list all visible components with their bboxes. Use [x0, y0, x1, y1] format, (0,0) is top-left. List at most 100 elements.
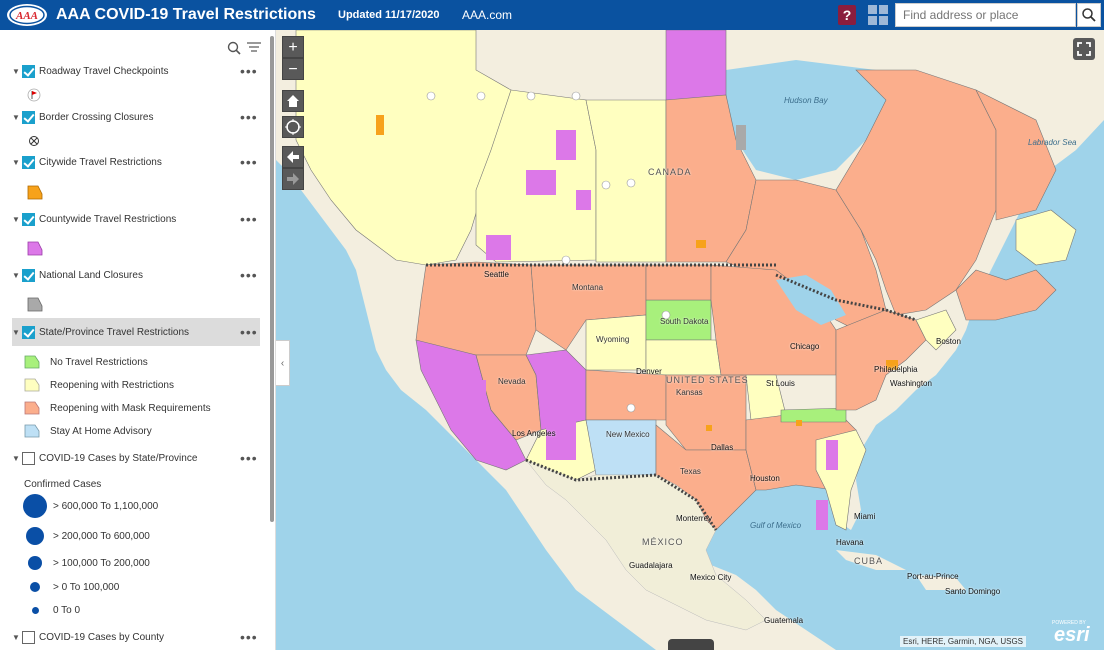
label-houston: Houston — [750, 474, 780, 483]
blue-swatch-icon — [24, 424, 40, 438]
label-gulf-of-mexico: Gulf of Mexico — [750, 521, 802, 530]
layer-checkbox[interactable] — [22, 451, 35, 465]
label-south-dakota: South Dakota — [660, 317, 709, 326]
layer-cases-county[interactable]: ▼ COVID-19 Cases by County ••• — [12, 626, 260, 648]
arrow-left-icon — [287, 151, 299, 163]
label-philadelphia: Philadelphia — [874, 365, 918, 374]
layer-checkbox[interactable] — [22, 64, 35, 78]
locate-button[interactable] — [282, 116, 304, 138]
aaa-logo[interactable]: AAA — [6, 3, 48, 27]
apps-grid-icon[interactable] — [868, 5, 888, 25]
layer-checkbox[interactable] — [22, 325, 35, 339]
layer-state-restrictions[interactable]: ▼ State/Province Travel Restrictions ••• — [12, 318, 260, 346]
filter-list-icon[interactable] — [247, 42, 261, 52]
region-kansas-ok — [665, 374, 747, 451]
layer-checkbox[interactable] — [22, 630, 35, 644]
cases-legend-title: Confirmed Cases — [24, 479, 102, 490]
back-extent-button[interactable] — [282, 146, 304, 168]
expand-caret-icon[interactable]: ▼ — [12, 633, 22, 642]
layer-options-icon[interactable]: ••• — [240, 211, 260, 227]
layer-citywide[interactable]: ▼ Citywide Travel Restrictions ••• — [12, 151, 260, 173]
layer-options-icon[interactable]: ••• — [240, 629, 260, 645]
layer-tools — [226, 40, 266, 56]
layer-options-icon[interactable]: ••• — [240, 109, 260, 125]
expand-caret-icon[interactable]: ▼ — [12, 215, 22, 224]
layer-options-icon[interactable]: ••• — [240, 63, 260, 79]
legend-label: 0 To 0 — [53, 604, 81, 616]
cases-legend-item: 0 To 0 — [20, 599, 80, 621]
expand-caret-icon[interactable]: ▼ — [12, 454, 22, 463]
home-button[interactable] — [282, 90, 304, 112]
label-canada: CANADA — [648, 167, 692, 177]
legend-label: > 200,000 To 600,000 — [53, 530, 150, 542]
layer-checkbox[interactable] — [22, 268, 35, 282]
zoom-in-button[interactable]: + — [282, 36, 304, 58]
search-input[interactable] — [895, 3, 1076, 27]
region-north-dakota — [645, 264, 712, 301]
layer-label: State/Province Travel Restrictions — [39, 326, 190, 338]
attribute-table-toggle[interactable] — [668, 639, 714, 650]
cases-legend-item: > 200,000 To 600,000 — [20, 525, 150, 547]
label-dallas: Dallas — [711, 443, 734, 452]
layer-checkbox[interactable] — [22, 212, 35, 226]
app-title: AAA COVID-19 Travel Restrictions — [56, 6, 316, 23]
forward-extent-button[interactable] — [282, 168, 304, 190]
fullscreen-button[interactable] — [1073, 38, 1095, 60]
layer-checkbox[interactable] — [22, 110, 35, 124]
region-newfoundland — [1015, 209, 1077, 266]
expand-caret-icon[interactable]: ▼ — [12, 113, 22, 122]
layer-checkbox[interactable] — [22, 155, 35, 169]
zoom-out-button[interactable]: − — [282, 58, 304, 80]
help-button[interactable]: ? — [838, 5, 856, 25]
label-washington: Washington — [890, 379, 932, 388]
expand-caret-icon[interactable]: ▼ — [12, 67, 22, 76]
label-guatemala: Guatemala — [764, 616, 804, 625]
sidebar-scrollbar[interactable] — [270, 36, 274, 522]
fullscreen-icon — [1077, 42, 1091, 56]
expand-caret-icon[interactable]: ▼ — [12, 158, 22, 167]
green-swatch-icon — [24, 355, 40, 369]
layer-roadway-checkpoints[interactable]: ▼ Roadway Travel Checkpoints ••• — [12, 60, 260, 82]
small-circle-icon — [28, 556, 42, 570]
layer-label: COVID-19 Cases by County — [39, 631, 165, 643]
label-havana: Havana — [836, 538, 864, 547]
layer-national-land[interactable]: ▼ National Land Closures ••• — [12, 264, 260, 286]
layer-options-icon[interactable]: ••• — [240, 154, 260, 170]
label-united-states: UNITED STATES — [666, 375, 749, 385]
layer-options-icon[interactable]: ••• — [240, 267, 260, 283]
expand-caret-icon[interactable]: ▼ — [12, 271, 22, 280]
expand-caret-icon[interactable]: ▼ — [12, 328, 22, 337]
magenta-polygon-icon — [27, 241, 43, 256]
legend-label: > 600,000 To 1,100,000 — [53, 500, 159, 512]
layer-options-icon[interactable]: ••• — [240, 324, 260, 340]
search-icon — [1082, 8, 1096, 22]
label-mexico-city: Mexico City — [690, 573, 732, 582]
legend-label: Stay At Home Advisory — [50, 425, 152, 437]
layer-border-closures[interactable]: ▼ Border Crossing Closures ••• — [12, 106, 260, 128]
layer-search-icon[interactable] — [227, 41, 241, 55]
label-hudson-bay: Hudson Bay — [784, 96, 828, 105]
map-canvas[interactable] — [276, 30, 1104, 650]
logo-text: AAA — [15, 10, 38, 22]
label-nevada: Nevada — [498, 377, 526, 386]
layer-cases-state[interactable]: ▼ COVID-19 Cases by State/Province ••• — [12, 447, 260, 469]
legend-label: Reopening with Restrictions — [50, 379, 174, 391]
aaa-link[interactable]: AAA.com — [462, 8, 512, 22]
label-santo-domingo: Santo Domingo — [945, 587, 1001, 596]
label-miami: Miami — [854, 512, 876, 521]
region-new-mexico — [585, 419, 657, 476]
region-saskatchewan — [585, 99, 667, 263]
label-denver: Denver — [636, 367, 662, 376]
search-button[interactable] — [1077, 3, 1101, 27]
legend-item: No Travel Restrictions — [24, 353, 148, 371]
esri-logo[interactable]: esri — [1054, 624, 1090, 647]
app-header: AAA AAA COVID-19 Travel Restrictions Upd… — [0, 0, 1104, 30]
layer-options-icon[interactable]: ••• — [240, 450, 260, 466]
collapse-panel-button[interactable]: ‹ — [276, 340, 290, 386]
legend-item: Reopening with Mask Requirements — [24, 399, 211, 417]
map-view[interactable]: Hudson Bay Labrador Sea CANADA UNITED ST… — [276, 30, 1104, 650]
layer-countywide[interactable]: ▼ Countywide Travel Restrictions ••• — [12, 208, 260, 230]
region-atlantic — [955, 269, 1057, 321]
label-montana: Montana — [572, 283, 604, 292]
legend-label: > 0 To 100,000 — [53, 581, 120, 593]
